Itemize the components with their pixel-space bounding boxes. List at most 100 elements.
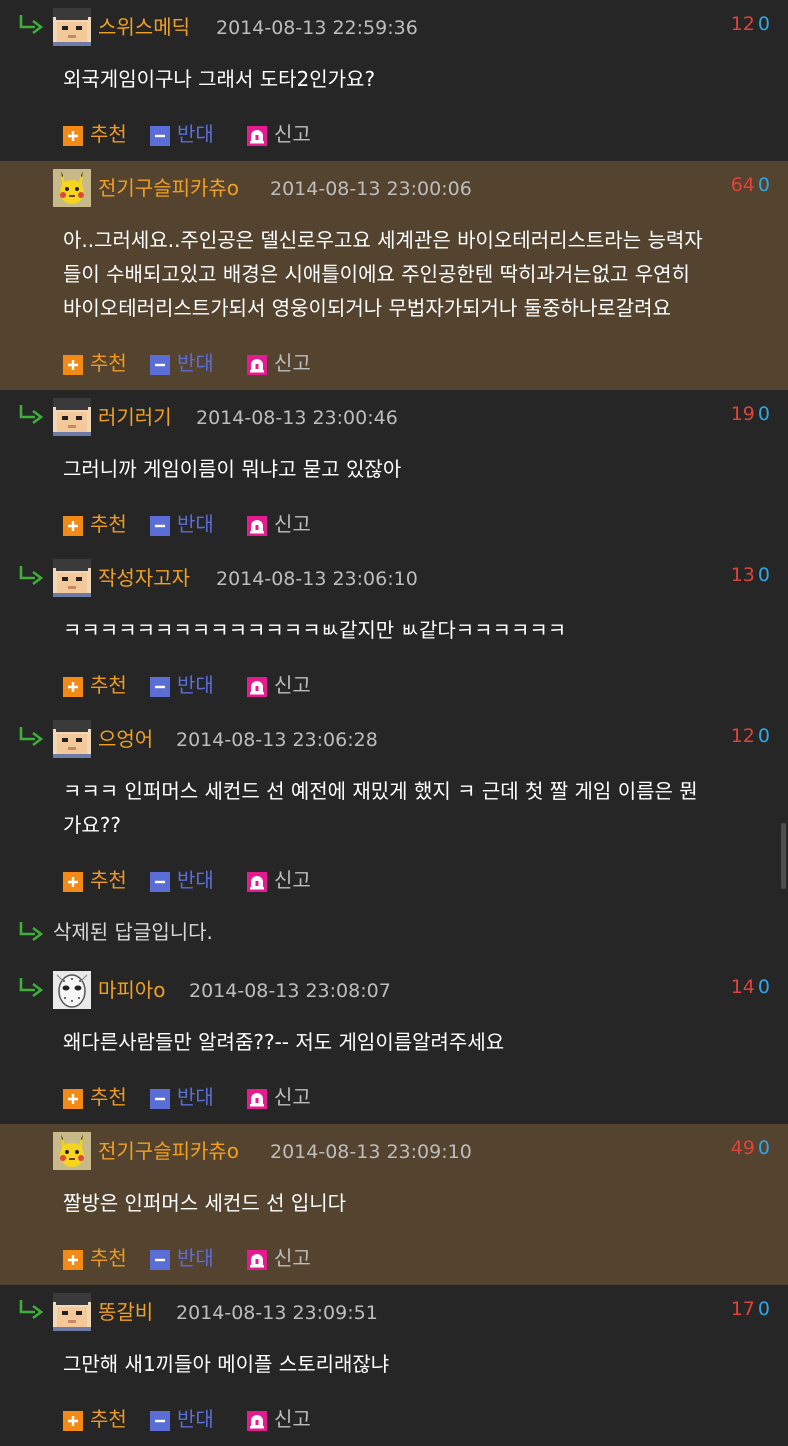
blocky-avatar[interactable] <box>53 559 91 597</box>
mask-avatar[interactable] <box>53 971 91 1009</box>
comment-date: 2014-08-13 23:00:06 <box>270 178 472 200</box>
vote-counts: 17 0 <box>731 1298 770 1320</box>
recommend-label: 추천 <box>90 512 127 536</box>
author-nickname[interactable]: 전기구슬피카츄o <box>98 176 239 200</box>
comment-line: 그만해 새1끼들아 메이플 스토리래잖냐 <box>63 1352 390 1376</box>
downvote-count: 0 <box>757 1137 770 1159</box>
plus-icon <box>63 675 83 697</box>
comment-item: 작성자고자 2014-08-13 23:06:10 13 0 ㅋㅋㅋㅋㅋㅋㅋㅋㅋㅋㅋㅋㅋ… <box>0 551 788 712</box>
minus-icon <box>150 124 170 146</box>
comment-line: ㅋㅋㅋㅋㅋㅋㅋㅋㅋㅋㅋㅋㅋㅋㅄ같지만 ㅄ같다ㅋㅋㅋㅋㅋㅋ <box>63 618 567 642</box>
author-nickname[interactable]: 스위스메딕 <box>98 15 190 39</box>
reply-arrow-icon <box>17 1299 45 1321</box>
comment-body: ㅋㅋㅋ 인퍼머스 세컨드 선 예전에 재밌게 했지 ㅋ 근데 첫 짤 게임 이름… <box>63 774 764 842</box>
downvote-count: 0 <box>757 564 770 586</box>
comment-date: 2014-08-13 23:09:10 <box>270 1141 472 1163</box>
minus-icon <box>150 1409 170 1431</box>
comment-date: 2014-08-13 23:06:10 <box>216 568 418 590</box>
siren-icon <box>247 1087 267 1109</box>
report-label: 신고 <box>274 868 311 892</box>
pikachu-avatar[interactable] <box>53 1132 91 1170</box>
recommend-label: 추천 <box>90 351 127 375</box>
report-label: 신고 <box>274 1085 311 1109</box>
author-nickname[interactable]: 작성자고자 <box>98 566 190 590</box>
minus-icon <box>150 514 170 536</box>
report-label: 신고 <box>274 351 311 375</box>
vote-counts: 19 0 <box>731 403 770 425</box>
blocky-avatar[interactable] <box>53 720 91 758</box>
comment-item: 마피아o 2014-08-13 23:08:07 14 0 왜다른사람들만 알려줌??-… <box>0 963 788 1124</box>
plus-icon <box>63 514 83 536</box>
minus-icon <box>150 353 170 375</box>
upvote-count: 13 <box>730 564 755 586</box>
comment-date: 2014-08-13 22:59:36 <box>216 17 418 39</box>
report-label: 신고 <box>274 122 311 146</box>
comment-date: 2014-08-13 23:09:51 <box>176 1302 378 1324</box>
author-nickname[interactable]: 똥갈비 <box>98 1300 153 1324</box>
vote-counts: 14 0 <box>731 976 770 998</box>
comment-item: 으엉어 2014-08-13 23:06:28 12 0 ㅋㅋㅋ 인퍼머스 세컨드 선 … <box>0 712 788 907</box>
upvote-count: 49 <box>730 1137 755 1159</box>
author-nickname[interactable]: 전기구슬피카츄o <box>98 1139 239 1163</box>
recommend-label: 추천 <box>90 1085 127 1109</box>
blocky-avatar[interactable] <box>53 1293 91 1331</box>
downvote-count: 0 <box>757 725 770 747</box>
comment-item: 러기러기 2014-08-13 23:00:46 19 0 그러니까 게임이름이 뭐냐고… <box>0 390 788 551</box>
comment-item: 똥갈비 2014-08-13 23:09:51 17 0 그만해 새1끼들아 메이플 스… <box>0 1285 788 1446</box>
reply-arrow-icon <box>17 14 45 36</box>
comment-line: 들이 수배되고있고 배경은 시애틀이에요 주인공한텐 딱히과거는없고 우연히 <box>63 262 690 286</box>
upvote-count: 64 <box>730 174 755 196</box>
minus-icon <box>150 1248 170 1270</box>
oppose-label: 반대 <box>177 1246 214 1270</box>
vote-counts: 49 0 <box>731 1137 770 1159</box>
report-label: 신고 <box>274 512 311 536</box>
comment-date: 2014-08-13 23:00:46 <box>196 407 398 429</box>
vote-counts: 12 0 <box>731 725 770 747</box>
upvote-count: 14 <box>730 976 755 998</box>
comment-line: 짤방은 인퍼머스 세컨드 선 입니다 <box>63 1191 347 1215</box>
plus-icon <box>63 1087 83 1109</box>
comment-item: 전기구슬피카츄o 2014-08-13 23:09:10 49 0 짤방은 인퍼머스 세… <box>0 1124 788 1285</box>
reply-arrow-icon <box>17 726 45 748</box>
upvote-count: 17 <box>730 1298 755 1320</box>
reply-arrow-icon <box>17 404 45 426</box>
pikachu-avatar[interactable] <box>53 169 91 207</box>
oppose-label: 반대 <box>177 673 214 697</box>
author-nickname[interactable]: 으엉어 <box>98 727 153 751</box>
siren-icon <box>247 1248 267 1270</box>
blocky-avatar[interactable] <box>53 8 91 46</box>
downvote-count: 0 <box>757 403 770 425</box>
downvote-count: 0 <box>757 976 770 998</box>
plus-icon <box>63 1248 83 1270</box>
comment-item: 스위스메딕 2014-08-13 22:59:36 12 0 외국게임이구나 그래서 도… <box>0 0 788 161</box>
downvote-count: 0 <box>757 13 770 35</box>
deleted-reply: 삭제된 답글입니다. <box>0 907 788 963</box>
reply-arrow-icon <box>17 565 45 587</box>
oppose-label: 반대 <box>177 868 214 892</box>
vote-counts: 13 0 <box>731 564 770 586</box>
scrollbar[interactable] <box>781 823 786 889</box>
siren-icon <box>247 514 267 536</box>
plus-icon <box>63 353 83 375</box>
vote-counts: 64 0 <box>731 174 770 196</box>
siren-icon <box>247 675 267 697</box>
author-nickname[interactable]: 마피아o <box>98 978 165 1002</box>
blocky-avatar[interactable] <box>53 398 91 436</box>
minus-icon <box>150 675 170 697</box>
oppose-label: 반대 <box>177 1085 214 1109</box>
comment-date: 2014-08-13 23:06:28 <box>176 729 378 751</box>
comment-line: 아..그러세요..주인공은 델신로우고요 세계관은 바이오테러리스트라는 능력자 <box>63 228 703 252</box>
siren-icon <box>247 124 267 146</box>
comment-date: 2014-08-13 23:08:07 <box>189 980 391 1002</box>
reply-arrow-icon <box>17 921 45 943</box>
author-nickname[interactable]: 러기러기 <box>98 405 172 429</box>
comment-line: ㅋㅋㅋ 인퍼머스 세컨드 선 예전에 재밌게 했지 ㅋ 근데 첫 짤 게임 이름… <box>63 779 698 803</box>
comment-list: 스위스메딕 2014-08-13 22:59:36 12 0 외국게임이구나 그래서 도… <box>0 0 788 1446</box>
report-label: 신고 <box>274 1246 311 1270</box>
downvote-count: 0 <box>757 174 770 196</box>
comment-line: 외국게임이구나 그래서 도타2인가요? <box>63 67 376 91</box>
recommend-label: 추천 <box>90 868 127 892</box>
recommend-label: 추천 <box>90 1407 127 1431</box>
comment-body: 외국게임이구나 그래서 도타2인가요? <box>63 62 764 96</box>
comment-body: 아..그러세요..주인공은 델신로우고요 세계관은 바이오테러리스트라는 능력자… <box>63 223 764 325</box>
